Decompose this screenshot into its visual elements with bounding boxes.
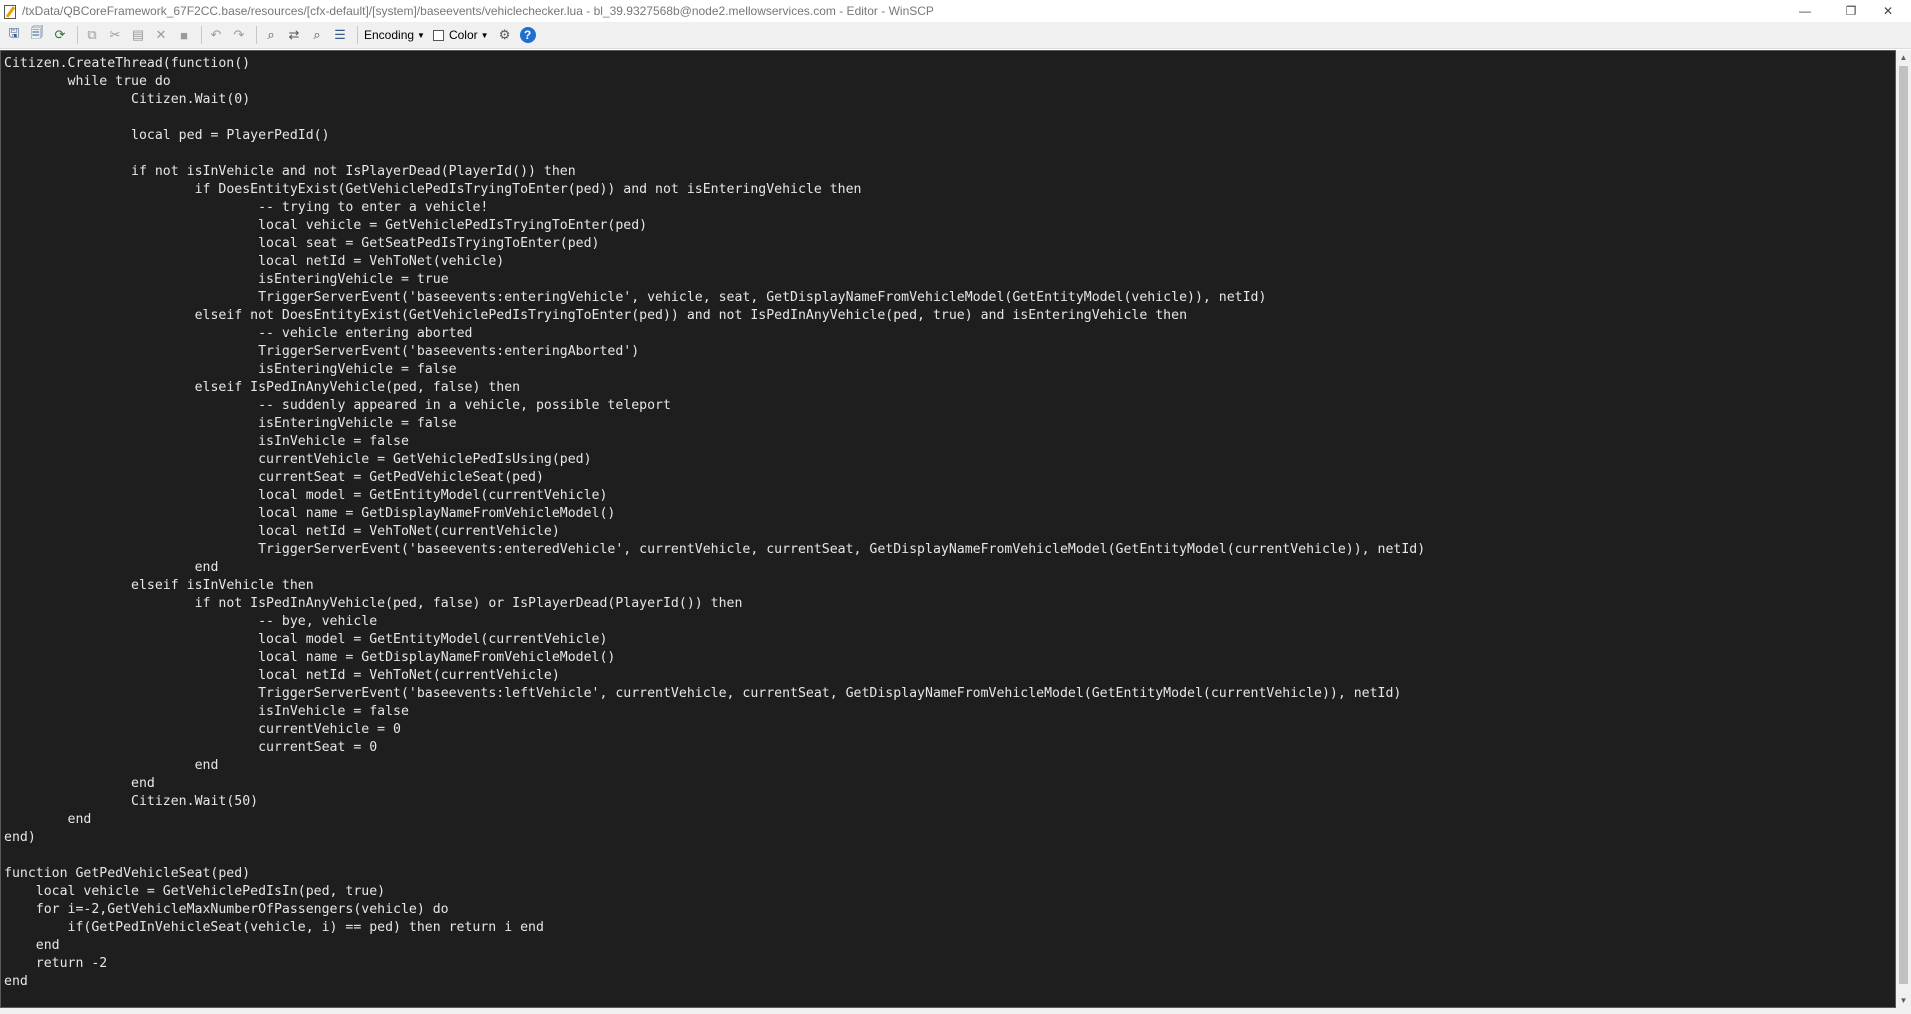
select-all-icon: ■	[180, 27, 188, 43]
save-all-button[interactable]: 🗐	[27, 25, 47, 45]
delete-button[interactable]: ✕	[151, 25, 171, 45]
copy-icon: ⧉	[87, 27, 97, 42]
replace-button[interactable]: ⇄	[284, 25, 304, 45]
undo-button[interactable]: ↶	[206, 25, 226, 45]
toolbar-separator	[256, 26, 257, 44]
find-icon: ⌕	[267, 27, 275, 42]
scrollbar-thumb[interactable]	[1899, 66, 1908, 984]
status-bar	[0, 1008, 1911, 1014]
find-next-icon: ⌕	[313, 27, 321, 42]
color-label: Color	[448, 28, 478, 42]
help-button[interactable]: ?	[518, 25, 538, 45]
scroll-down-icon[interactable]: ▼	[1896, 993, 1911, 1008]
paste-button[interactable]: ▤	[128, 25, 148, 45]
dropdown-arrow-icon: ▼	[417, 30, 425, 40]
save-all-icon: 🗐	[30, 25, 44, 40]
copy-button[interactable]: ⧉	[82, 25, 102, 45]
find-next-button[interactable]: ⌕	[307, 25, 327, 45]
encoding-dropdown[interactable]: Encoding ▼	[364, 28, 425, 42]
close-icon: ✕	[1882, 4, 1894, 18]
reload-button[interactable]: ⟳	[50, 25, 70, 45]
close-button[interactable]: ✕	[1865, 0, 1911, 22]
toolbar-separator	[77, 26, 78, 44]
dropdown-arrow-icon: ▼	[480, 30, 489, 40]
window-title: /txData/QBCoreFramework_67F2CC.base/reso…	[22, 4, 934, 18]
editor-app-icon	[3, 4, 17, 19]
find-button[interactable]: ⌕	[261, 25, 281, 45]
settings-icon: ⚙	[498, 27, 511, 42]
delete-icon: ✕	[155, 27, 167, 42]
goto-line-icon: ☰	[334, 27, 346, 42]
encoding-label: Encoding	[364, 28, 415, 42]
title-bar: /txData/QBCoreFramework_67F2CC.base/reso…	[0, 0, 1911, 22]
restore-icon: ❐	[1845, 4, 1857, 18]
color-checkbox[interactable]	[432, 29, 444, 41]
editor-toolbar: 🖫 🗐 ⟳ ⧉ ✂ ▤ ✕ ■ ↶ ↷ ⌕ ⇄ ⌕ ☰ Encoding ▼ C…	[0, 22, 1911, 49]
color-dropdown[interactable]: Color ▼	[432, 28, 489, 42]
minimize-icon: —	[1799, 4, 1811, 18]
code-editor[interactable]: Citizen.CreateThread(function() while tr…	[0, 50, 1896, 1008]
reload-icon: ⟳	[54, 27, 66, 42]
vertical-scrollbar[interactable]: ▲ ▼	[1896, 50, 1911, 1008]
replace-icon: ⇄	[288, 27, 300, 42]
redo-button[interactable]: ↷	[229, 25, 249, 45]
goto-line-button[interactable]: ☰	[330, 25, 350, 45]
toolbar-separator	[201, 26, 202, 44]
paste-icon: ▤	[131, 27, 145, 42]
preferences-button[interactable]: ⚙	[495, 25, 515, 45]
select-all-button[interactable]: ■	[174, 25, 194, 45]
cut-icon: ✂	[109, 27, 121, 42]
code-content[interactable]: Citizen.CreateThread(function() while tr…	[1, 51, 1895, 991]
cut-button[interactable]: ✂	[105, 25, 125, 45]
help-icon: ?	[519, 27, 536, 43]
minimize-button[interactable]: —	[1782, 0, 1828, 22]
undo-icon: ↶	[210, 27, 222, 42]
save-icon: 🖫	[8, 25, 20, 40]
save-button[interactable]: 🖫	[4, 25, 24, 45]
toolbar-separator	[357, 26, 358, 44]
redo-icon: ↷	[233, 27, 245, 42]
scroll-up-icon[interactable]: ▲	[1896, 50, 1911, 65]
